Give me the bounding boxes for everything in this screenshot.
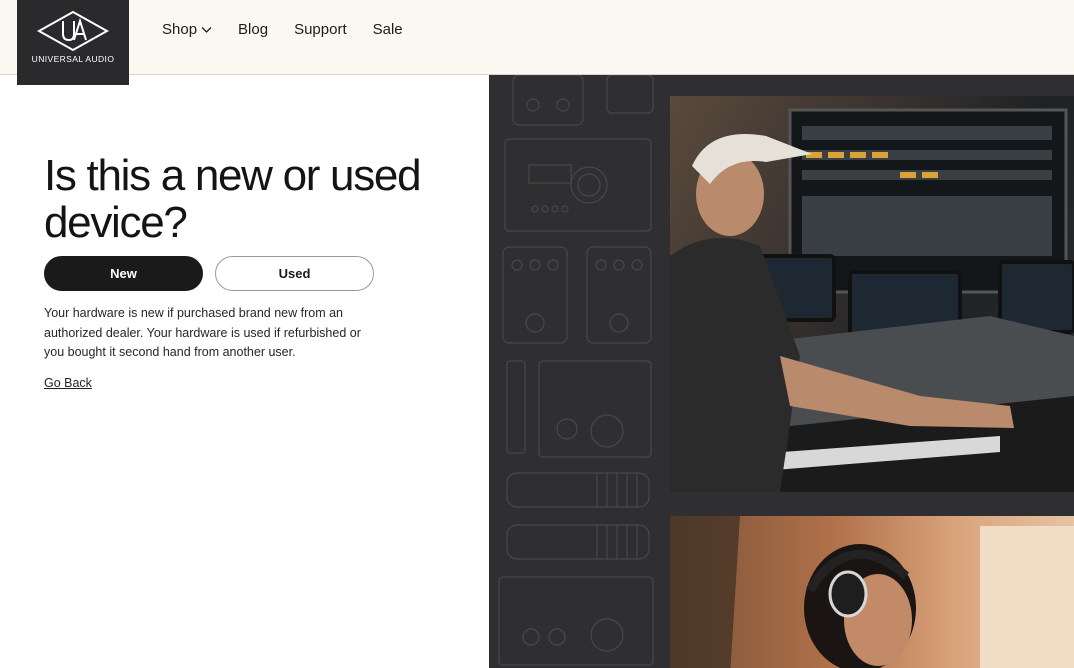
nav-support[interactable]: Support — [294, 21, 347, 38]
nav-shop-label: Shop — [162, 21, 198, 38]
device-outlines-illustration — [498, 75, 654, 666]
nav-support-label: Support — [294, 21, 347, 38]
studio-mixing-photo — [670, 96, 1074, 492]
brand-logo[interactable]: UNIVERSAL AUDIO — [17, 0, 129, 85]
nav-sale[interactable]: Sale — [373, 21, 403, 38]
mixing-scene-graphic — [670, 108, 1074, 492]
ua-logo-icon — [36, 10, 110, 52]
new-device-button[interactable]: New — [44, 256, 203, 291]
headphones-user-photo — [670, 516, 1074, 668]
brand-name: UNIVERSAL AUDIO — [31, 54, 115, 64]
hero-imagery-panel — [489, 75, 1074, 668]
description-text: Your hardware is new if purchased brand … — [44, 306, 361, 359]
page-title: Is this a new or used device? — [44, 151, 422, 247]
top-navigation-bar: Shop Blog Support Sale — [0, 0, 1074, 75]
go-back-link[interactable]: Go Back — [44, 376, 92, 390]
nav-sale-label: Sale — [372, 21, 403, 38]
nav-blog[interactable]: Blog — [238, 21, 268, 38]
nav-blog-label: Blog — [238, 21, 269, 38]
headphones-scene-graphic — [670, 516, 1074, 668]
main-nav: Shop Blog Support Sale — [162, 21, 403, 38]
nav-shop[interactable]: Shop — [162, 21, 212, 38]
chevron-down-icon — [201, 26, 212, 33]
used-device-button[interactable]: Used — [215, 256, 374, 291]
